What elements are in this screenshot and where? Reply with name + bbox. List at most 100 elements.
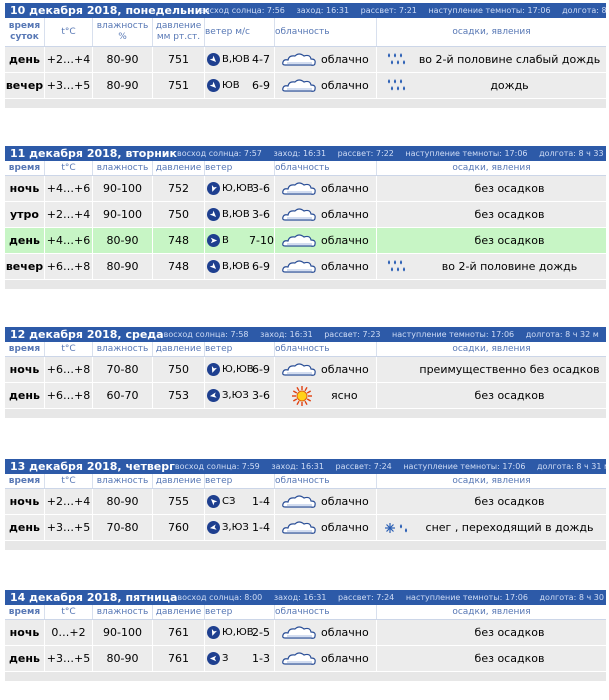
column-header-pres: давление	[153, 605, 205, 619]
time-of-day: вечер	[5, 73, 45, 98]
time-of-day: утро	[5, 202, 45, 227]
wind-speed: 3-6	[252, 208, 270, 221]
precipitation: во 2-й половине слабый дождь	[377, 47, 606, 72]
time-of-day: ночь	[5, 489, 45, 514]
day-length: долгота: 8 ч 33 м	[539, 149, 606, 158]
temperature: +6…+8	[45, 383, 93, 408]
time-of-day: день	[5, 515, 45, 540]
temperature: +6…+8	[45, 254, 93, 279]
cloud-icon	[281, 494, 317, 510]
cloudiness-text: ясно	[331, 389, 358, 402]
day-title: 14 декабря 2018, пятница	[10, 591, 178, 604]
precipitation: преимущественно без осадков	[377, 357, 606, 382]
day-block: 14 декабря 2018, пятница восход солнца: …	[5, 590, 606, 681]
precipitation-text: без осадков	[474, 234, 545, 247]
sunset: заход: 16:31	[273, 593, 327, 602]
wind-speed: 7-10	[249, 234, 274, 247]
pressure: 760	[153, 515, 205, 540]
precipitation-text: дождь	[490, 79, 529, 92]
forecast-row: ночь +2…+4 80-90 755 СЗ 1-4 облачно без …	[5, 489, 606, 515]
cloud-icon	[281, 362, 317, 378]
column-headers: время t°C влажность давление ветер облачность…	[5, 605, 606, 620]
precipitation-text: без осадков	[474, 626, 545, 639]
column-header-pres: давление	[153, 342, 205, 356]
wind-direction: Ю,ЮВ	[222, 627, 254, 638]
time-of-day: ночь	[5, 620, 45, 645]
dusk: наступление темноты: 17:06	[405, 149, 528, 158]
cloudiness-text: облачно	[321, 79, 369, 92]
forecast-row: ночь 0…+2 90-100 761 Ю,ЮВ 2-5 облачно бе…	[5, 620, 606, 646]
wind: В,ЮВ 6-9	[205, 254, 275, 279]
precipitation-text: без осадков	[474, 208, 545, 221]
day-footer	[5, 672, 606, 681]
column-header-prec: осадки, явления	[452, 162, 531, 173]
wind-speed: 6-9	[252, 363, 270, 376]
sun-info: восход солнца: 7:57 заход: 16:31 рассвет…	[177, 149, 606, 158]
wind: З 1-3	[205, 646, 275, 671]
dawn: рассвет: 7:22	[337, 149, 394, 158]
wind-speed: 6-9	[252, 260, 270, 273]
rain-icon	[377, 77, 413, 95]
cloud-icon	[281, 181, 317, 197]
day-block: 10 декабря 2018, понедельник восход солн…	[5, 3, 606, 108]
day-footer	[5, 99, 606, 108]
column-header-time: время	[5, 605, 45, 619]
column-header-hum: влажность	[93, 342, 153, 356]
day-footer	[5, 541, 606, 550]
cloudiness-text: облачно	[321, 53, 369, 66]
column-header-temp: t°C	[45, 605, 93, 619]
precipitation: снег , переходящий в дождь	[377, 515, 606, 540]
wind-speed: 4-7	[252, 53, 270, 66]
forecast-row: день +2…+4 80-90 751 В,ЮВ 4-7 облачно во…	[5, 47, 606, 73]
day-length: долгота: 8 ч 30 м	[539, 593, 606, 602]
temperature: +4…+6	[45, 176, 93, 201]
cloudiness: облачно	[275, 357, 377, 382]
time-of-day: ночь	[5, 357, 45, 382]
time-of-day: день	[5, 228, 45, 253]
sun-info: восход солнца: 7:58 заход: 16:31 рассвет…	[164, 330, 606, 339]
wind-direction: В,ЮВ	[222, 261, 250, 272]
column-headers: время суток t°C влажность % давление мм рт.…	[5, 18, 606, 47]
cloudiness: облачно	[275, 489, 377, 514]
cloudiness: облачно	[275, 176, 377, 201]
dusk: наступление темноты: 17:06	[428, 6, 551, 15]
forecast-row: день +6…+8 60-70 753 З,ЮЗ 3-6 ясно без о…	[5, 383, 606, 409]
column-header-pres: давление	[153, 474, 205, 488]
temperature: +3…+5	[45, 73, 93, 98]
wind-direction-icon	[207, 208, 220, 221]
day-title: 10 декабря 2018, понедельник	[10, 4, 210, 17]
day-length: долгота: 8 ч 34 м	[562, 6, 606, 15]
wind-direction: Ю,ЮВ	[222, 364, 254, 375]
wind-speed: 1-3	[252, 652, 270, 665]
precipitation: без осадков	[377, 176, 606, 201]
cloudiness: ясно	[275, 383, 377, 408]
day-header: 14 декабря 2018, пятница восход солнца: …	[5, 590, 606, 605]
wind-speed: 1-4	[252, 495, 270, 508]
forecast-row: день +4…+6 80-90 748 В 7-10 облачно без …	[5, 228, 606, 254]
time-of-day: день	[5, 383, 45, 408]
precipitation: без осадков	[377, 489, 606, 514]
wind-speed: 3-6	[252, 389, 270, 402]
column-header-pres: давление	[153, 161, 205, 175]
dusk: наступление темноты: 17:06	[405, 593, 528, 602]
forecast-row: вечер +3…+5 80-90 751 ЮВ 6-9 облачно дож…	[5, 73, 606, 99]
precipitation: без осадков	[377, 646, 606, 671]
sunrise: восход солнца: 8:00	[177, 593, 263, 602]
column-header-wind: ветер	[205, 474, 275, 488]
precipitation-text: преимущественно без осадков	[419, 363, 600, 376]
wind-direction: З,ЮЗ	[222, 390, 249, 401]
precipitation-text: снег , переходящий в дождь	[425, 521, 594, 534]
sun-icon	[281, 385, 327, 406]
humidity: 70-80	[93, 357, 153, 382]
day-block: 12 декабря 2018, среда восход солнца: 7:…	[5, 327, 606, 418]
precipitation: во 2-й половине дождь	[377, 254, 606, 279]
cloudiness: облачно	[275, 515, 377, 540]
wind: З,ЮЗ 1-4	[205, 515, 275, 540]
humidity: 90-100	[93, 176, 153, 201]
column-header-prec: осадки, явления	[452, 475, 531, 486]
column-header-pres: давление мм рт.ст.	[153, 18, 205, 46]
wind-speed: 3-6	[252, 182, 270, 195]
cloudiness: облачно	[275, 47, 377, 72]
humidity: 90-100	[93, 620, 153, 645]
precipitation: дождь	[377, 73, 606, 98]
